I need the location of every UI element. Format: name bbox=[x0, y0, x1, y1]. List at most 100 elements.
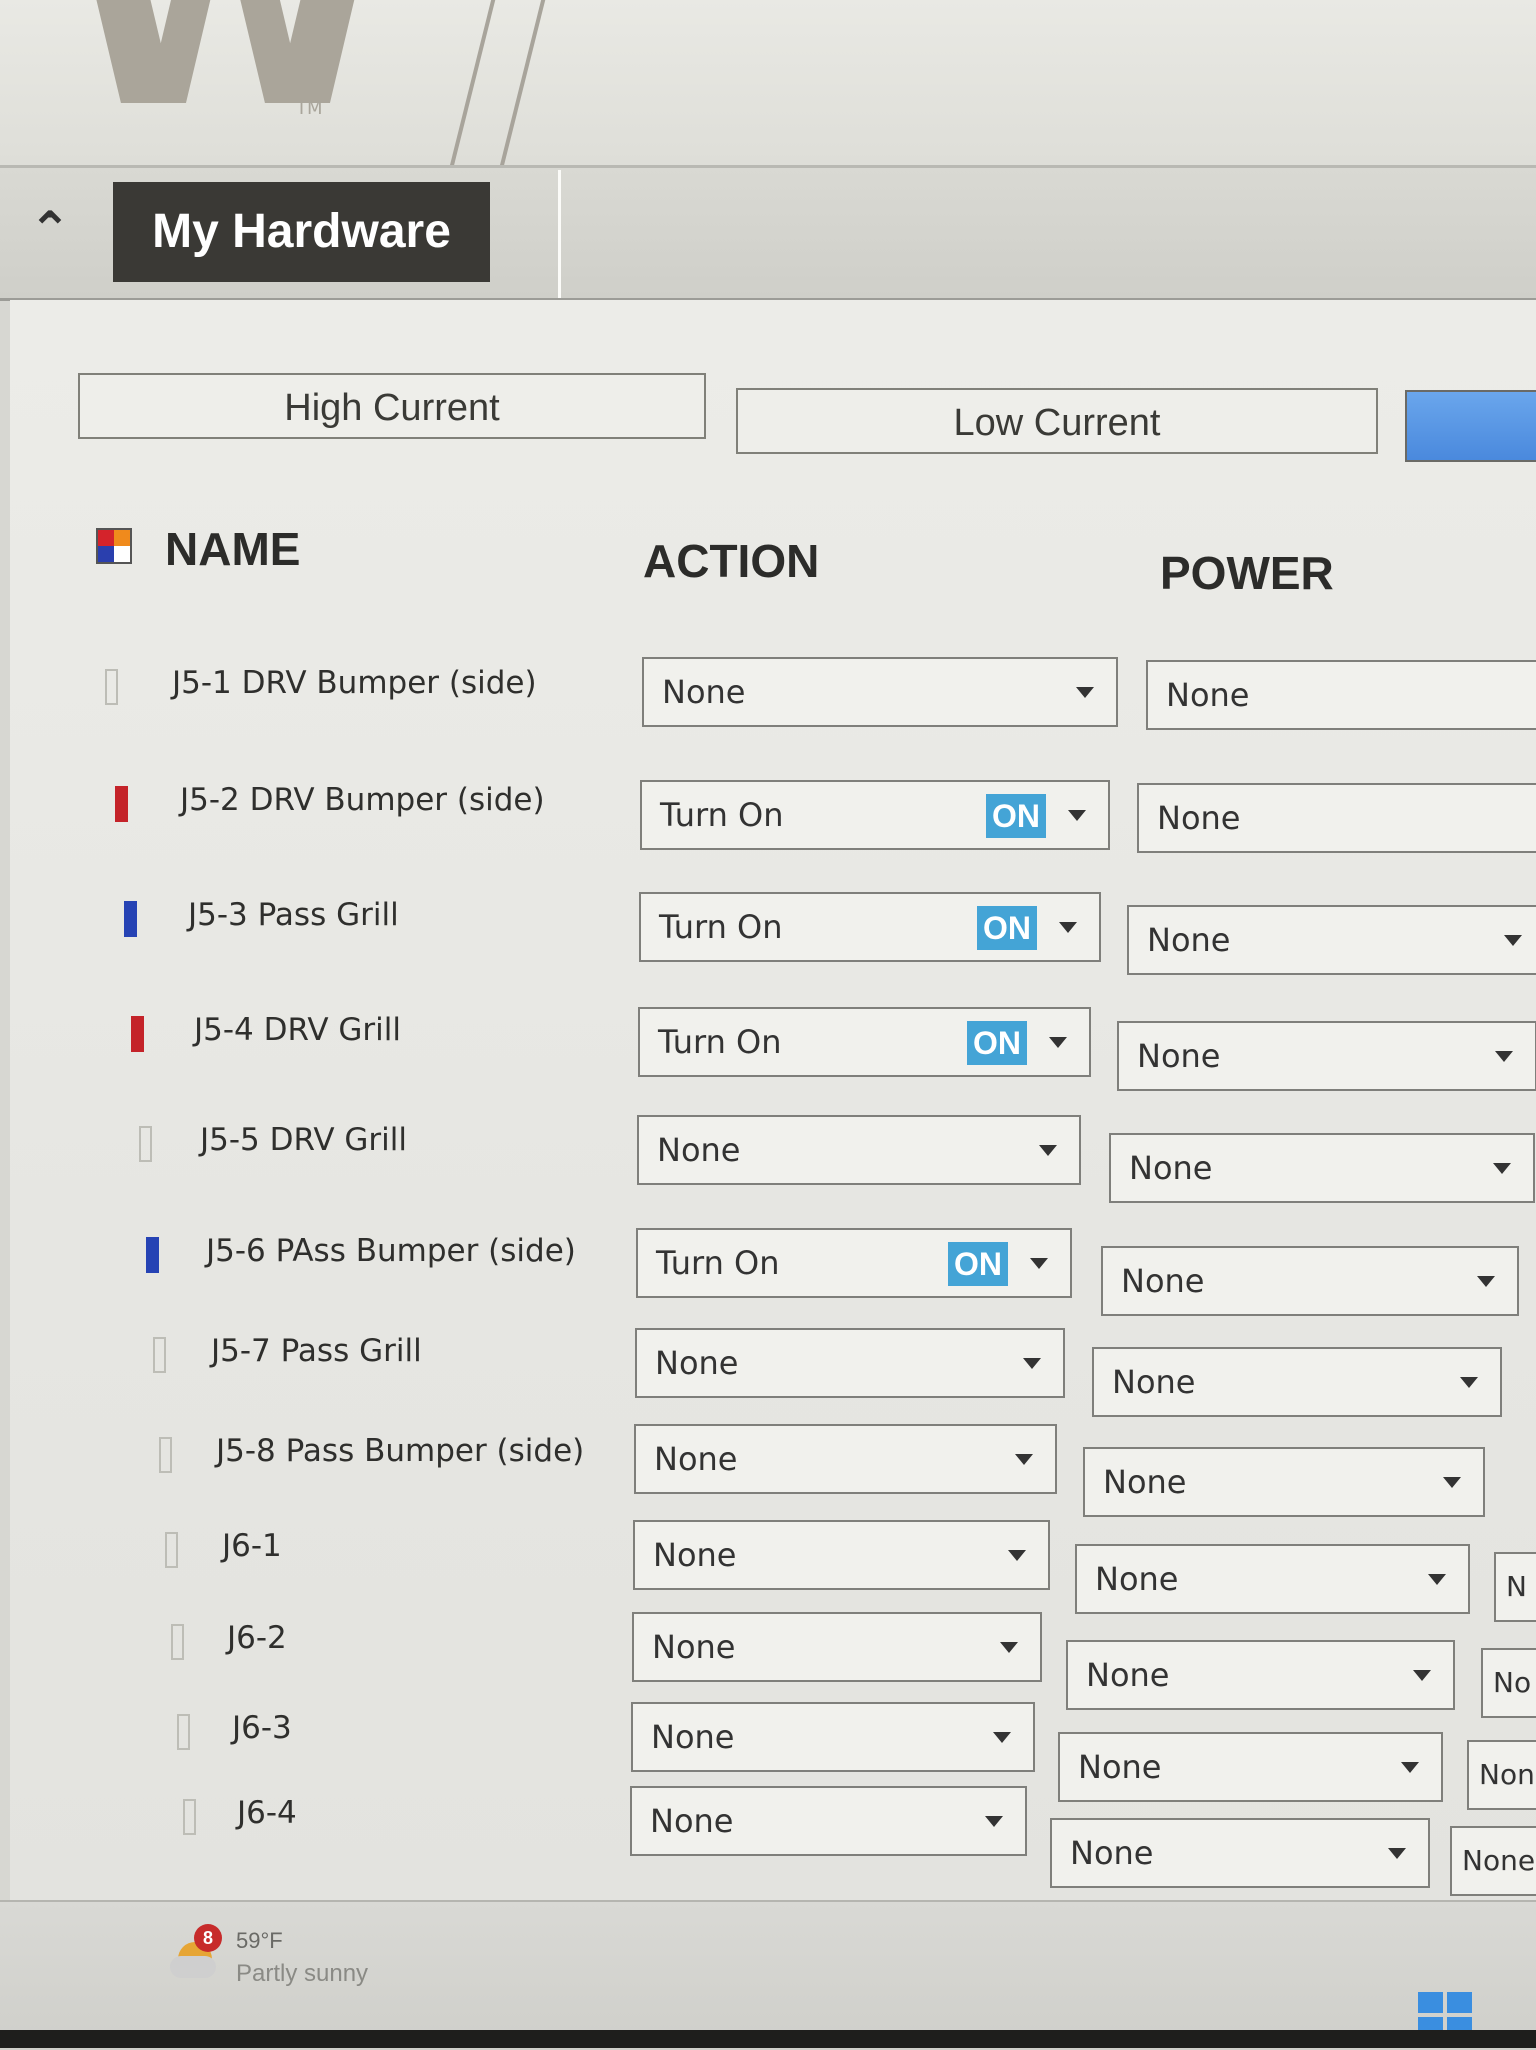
action-dropdown[interactable]: None bbox=[635, 1328, 1065, 1398]
chevron-down-icon[interactable] bbox=[1008, 1550, 1026, 1561]
action-value: None bbox=[652, 1628, 736, 1666]
chevron-down-icon[interactable] bbox=[1493, 1163, 1511, 1174]
power-value: None bbox=[1129, 1149, 1213, 1187]
chevron-down-icon[interactable] bbox=[993, 1732, 1011, 1743]
power-dropdown[interactable]: None bbox=[1092, 1347, 1502, 1417]
row-name: J5-2 DRV Bumper (side) bbox=[180, 782, 545, 818]
double-chevron-up-icon[interactable]: ⌃ bbox=[20, 200, 80, 260]
row-color-marker[interactable] bbox=[131, 1016, 144, 1052]
action-dropdown[interactable]: None bbox=[634, 1424, 1057, 1494]
row-name: J5-3 Pass Grill bbox=[188, 897, 399, 933]
logo-band: W TM bbox=[0, 0, 1536, 168]
power-value: None bbox=[1147, 921, 1231, 959]
row-name: J6-2 bbox=[227, 1620, 287, 1656]
row-name: J6-1 bbox=[222, 1528, 282, 1564]
weather-temperature[interactable]: 59°F bbox=[236, 1928, 283, 1954]
action-value: Turn On bbox=[659, 908, 783, 946]
action-dropdown[interactable]: None bbox=[637, 1115, 1081, 1185]
page-title[interactable]: My Hardware bbox=[113, 182, 490, 282]
row-color-marker[interactable] bbox=[153, 1337, 166, 1373]
row-color-marker[interactable] bbox=[115, 786, 128, 822]
power-dropdown[interactable]: None bbox=[1075, 1544, 1470, 1614]
action-dropdown[interactable]: Turn On ON bbox=[636, 1228, 1072, 1298]
on-status-badge: ON bbox=[986, 794, 1046, 838]
action-dropdown[interactable]: None bbox=[632, 1612, 1042, 1682]
chevron-down-icon[interactable] bbox=[1460, 1377, 1478, 1388]
row-color-marker[interactable] bbox=[159, 1437, 172, 1473]
row-name: J5-4 DRV Grill bbox=[194, 1012, 402, 1048]
row-color-marker[interactable] bbox=[124, 901, 137, 937]
action-value: None bbox=[653, 1536, 737, 1574]
action-value: Turn On bbox=[656, 1244, 780, 1282]
power-dropdown[interactable]: None bbox=[1146, 660, 1536, 730]
row-name: J5-7 Pass Grill bbox=[211, 1333, 422, 1369]
tab-active-blue[interactable] bbox=[1405, 390, 1536, 462]
action-dropdown[interactable]: None bbox=[642, 657, 1118, 727]
row-color-marker[interactable] bbox=[165, 1532, 178, 1568]
power-value: None bbox=[1070, 1834, 1154, 1872]
on-status-badge: ON bbox=[977, 906, 1037, 950]
row-name: J5-6 PAss Bumper (side) bbox=[206, 1233, 576, 1269]
chevron-down-icon[interactable] bbox=[985, 1816, 1003, 1827]
chevron-down-icon[interactable] bbox=[1477, 1276, 1495, 1287]
power-dropdown[interactable]: None bbox=[1127, 905, 1536, 975]
extra-dropdown[interactable]: Non bbox=[1467, 1740, 1536, 1810]
power-value: None bbox=[1103, 1463, 1187, 1501]
chevron-down-icon[interactable] bbox=[1049, 1037, 1067, 1048]
action-dropdown[interactable]: None bbox=[630, 1786, 1027, 1856]
power-value: None bbox=[1112, 1363, 1196, 1401]
monitor-bezel bbox=[0, 2030, 1536, 2048]
row-color-marker[interactable] bbox=[139, 1126, 152, 1162]
chevron-down-icon[interactable] bbox=[1068, 810, 1086, 821]
row-name: J5-8 Pass Bumper (side) bbox=[216, 1433, 585, 1469]
taskbar bbox=[0, 1900, 1536, 2050]
chevron-down-icon[interactable] bbox=[1030, 1258, 1048, 1269]
action-value: None bbox=[651, 1718, 735, 1756]
extra-dropdown[interactable]: None bbox=[1450, 1826, 1536, 1896]
action-dropdown[interactable]: Turn On ON bbox=[639, 892, 1101, 962]
power-dropdown[interactable]: None bbox=[1058, 1732, 1443, 1802]
on-status-badge: ON bbox=[948, 1242, 1008, 1286]
power-dropdown[interactable]: None bbox=[1066, 1640, 1455, 1710]
power-dropdown[interactable]: None bbox=[1050, 1818, 1430, 1888]
power-dropdown[interactable]: None bbox=[1117, 1021, 1536, 1091]
extra-dropdown[interactable]: No bbox=[1481, 1648, 1536, 1718]
chevron-down-icon[interactable] bbox=[1076, 687, 1094, 698]
row-color-marker[interactable] bbox=[146, 1237, 159, 1273]
power-dropdown[interactable]: None bbox=[1109, 1133, 1535, 1203]
extra-dropdown[interactable]: N bbox=[1494, 1552, 1536, 1622]
chevron-down-icon[interactable] bbox=[1428, 1574, 1446, 1585]
chevron-down-icon[interactable] bbox=[1443, 1477, 1461, 1488]
tab-high-current[interactable]: High Current bbox=[78, 373, 706, 439]
chevron-down-icon[interactable] bbox=[1015, 1454, 1033, 1465]
row-color-marker[interactable] bbox=[183, 1799, 196, 1835]
chevron-down-icon[interactable] bbox=[1495, 1051, 1513, 1062]
chevron-down-icon[interactable] bbox=[1413, 1670, 1431, 1681]
tab-low-current[interactable]: Low Current bbox=[736, 388, 1378, 454]
chevron-down-icon[interactable] bbox=[1000, 1642, 1018, 1653]
action-dropdown[interactable]: Turn On ON bbox=[640, 780, 1110, 850]
logo-trademark: TM bbox=[296, 98, 323, 119]
chevron-down-icon[interactable] bbox=[1401, 1762, 1419, 1773]
power-dropdown[interactable]: None bbox=[1101, 1246, 1519, 1316]
action-value: None bbox=[654, 1440, 738, 1478]
power-value: None bbox=[1121, 1262, 1205, 1300]
action-value: Turn On bbox=[660, 796, 784, 834]
row-color-marker[interactable] bbox=[171, 1624, 184, 1660]
power-value: None bbox=[1086, 1656, 1170, 1694]
weather-condition[interactable]: Partly sunny bbox=[236, 1960, 368, 1988]
action-dropdown[interactable]: Turn On ON bbox=[638, 1007, 1091, 1077]
chevron-down-icon[interactable] bbox=[1504, 935, 1522, 946]
power-dropdown[interactable]: None bbox=[1083, 1447, 1485, 1517]
action-dropdown[interactable]: None bbox=[633, 1520, 1050, 1590]
chevron-down-icon[interactable] bbox=[1059, 922, 1077, 933]
power-value: None bbox=[1166, 676, 1250, 714]
chevron-down-icon[interactable] bbox=[1039, 1145, 1057, 1156]
power-value: None bbox=[1157, 799, 1241, 837]
action-dropdown[interactable]: None bbox=[631, 1702, 1035, 1772]
row-color-marker[interactable] bbox=[105, 669, 118, 705]
chevron-down-icon[interactable] bbox=[1388, 1848, 1406, 1859]
power-dropdown[interactable]: None bbox=[1137, 783, 1536, 853]
row-color-marker[interactable] bbox=[177, 1714, 190, 1750]
chevron-down-icon[interactable] bbox=[1023, 1358, 1041, 1369]
